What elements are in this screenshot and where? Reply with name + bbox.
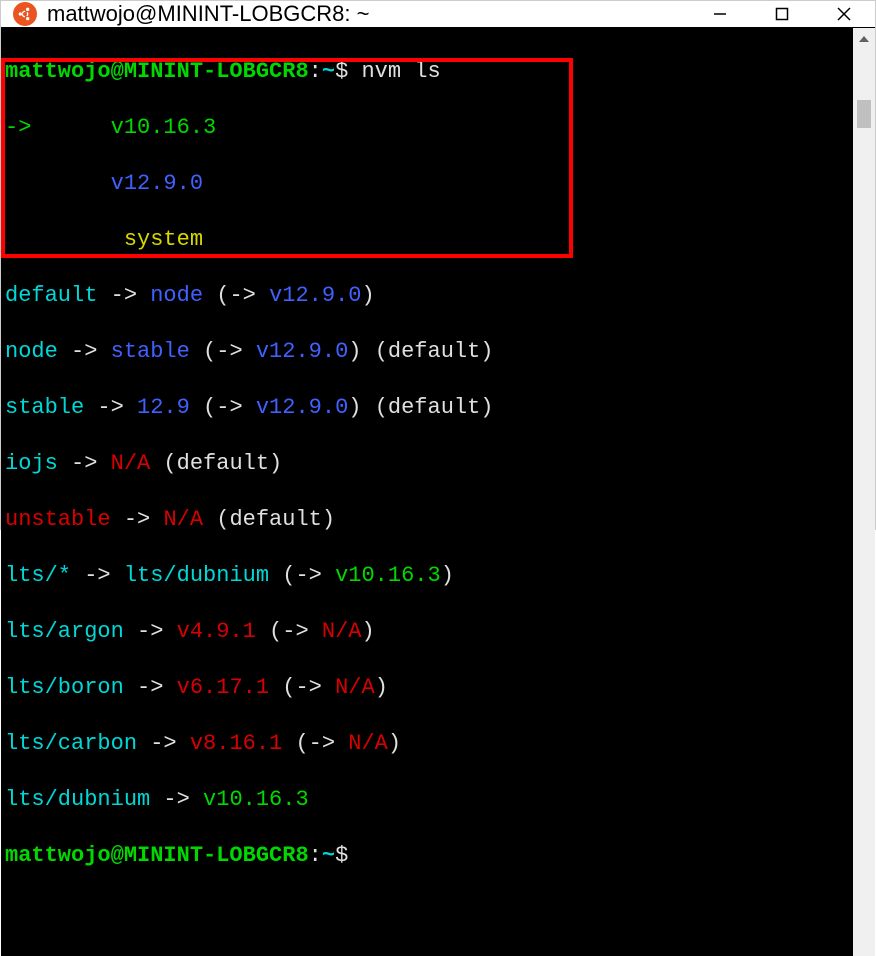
scroll-thumb[interactable] bbox=[857, 100, 871, 128]
default-version: v12.9.0 bbox=[269, 283, 361, 308]
ubuntu-icon bbox=[13, 2, 37, 26]
window-controls bbox=[689, 1, 875, 27]
argon-na: N/A bbox=[322, 619, 362, 644]
current-arrow: -> bbox=[5, 115, 31, 140]
alias-lts-star: lts/* bbox=[5, 563, 71, 588]
prompt-sep: : bbox=[309, 59, 322, 84]
window-title: mattwojo@MININT-LOBGCR8: ~ bbox=[47, 1, 689, 27]
output-line-system: system bbox=[5, 226, 849, 254]
alias-default: default bbox=[5, 283, 97, 308]
minimize-button[interactable] bbox=[689, 1, 751, 27]
stable-num: 12.9 bbox=[137, 395, 190, 420]
terminal-content[interactable]: mattwojo@MININT-LOBGCR8:~$ nvm ls -> v10… bbox=[1, 28, 853, 956]
unstable-na: N/A bbox=[163, 507, 203, 532]
carbon-na: N/A bbox=[348, 731, 388, 756]
output-line-lts-carbon: lts/carbon -> v8.16.1 (-> N/A) bbox=[5, 730, 849, 758]
dubnium-version: v10.16.3 bbox=[203, 787, 309, 812]
output-line-lts-star: lts/* -> lts/dubnium (-> v10.16.3) bbox=[5, 562, 849, 590]
system-label: system bbox=[124, 227, 203, 252]
alias-node: node bbox=[5, 339, 58, 364]
output-line-lts-boron: lts/boron -> v6.17.1 (-> N/A) bbox=[5, 674, 849, 702]
prompt-path: ~ bbox=[322, 59, 335, 84]
command-text: nvm ls bbox=[361, 59, 440, 84]
scroll-up-button[interactable] bbox=[853, 28, 875, 50]
prompt-user-host-2: mattwojo@MININT-LOBGCR8 bbox=[5, 843, 309, 868]
scrollbar[interactable] bbox=[853, 28, 875, 956]
terminal-area: mattwojo@MININT-LOBGCR8:~$ nvm ls -> v10… bbox=[1, 28, 875, 956]
alias-lts-argon: lts/argon bbox=[5, 619, 124, 644]
version-12: v12.9.0 bbox=[111, 171, 203, 196]
stable-version: v12.9.0 bbox=[256, 395, 348, 420]
lts-star-version: v10.16.3 bbox=[335, 563, 441, 588]
boron-version: v6.17.1 bbox=[177, 675, 269, 700]
alias-lts-carbon: lts/carbon bbox=[5, 731, 137, 756]
output-line-stable: stable -> 12.9 (-> v12.9.0) (default) bbox=[5, 394, 849, 422]
output-line-current: -> v10.16.3 bbox=[5, 114, 849, 142]
output-line-node: node -> stable (-> v12.9.0) (default) bbox=[5, 338, 849, 366]
alias-iojs: iojs bbox=[5, 451, 58, 476]
alias-lts-dubnium: lts/dubnium bbox=[5, 787, 150, 812]
maximize-button[interactable] bbox=[751, 1, 813, 27]
boron-na: N/A bbox=[335, 675, 375, 700]
alias-unstable: unstable bbox=[5, 507, 111, 532]
terminal-window: mattwojo@MININT-LOBGCR8: ~ mattwojo@MINI… bbox=[0, 0, 876, 530]
stable-label: stable bbox=[111, 339, 190, 364]
output-line-default: default -> node (-> v12.9.0) bbox=[5, 282, 849, 310]
prompt-dollar: $ bbox=[335, 59, 348, 84]
alias-lts-boron: lts/boron bbox=[5, 675, 124, 700]
argon-version: v4.9.1 bbox=[177, 619, 256, 644]
alias-stable: stable bbox=[5, 395, 84, 420]
output-line-lts-argon: lts/argon -> v4.9.1 (-> N/A) bbox=[5, 618, 849, 646]
node-label: node bbox=[150, 283, 203, 308]
output-line-v12: v12.9.0 bbox=[5, 170, 849, 198]
prompt-line-1: mattwojo@MININT-LOBGCR8:~$ nvm ls bbox=[5, 58, 849, 86]
version-10: v10.16.3 bbox=[111, 115, 217, 140]
iojs-na: N/A bbox=[111, 451, 151, 476]
node-version: v12.9.0 bbox=[256, 339, 348, 364]
lts-dubnium-label: lts/dubnium bbox=[124, 563, 269, 588]
prompt-user-host: mattwojo@MININT-LOBGCR8 bbox=[5, 59, 309, 84]
prompt-line-2: mattwojo@MININT-LOBGCR8:~$ bbox=[5, 842, 849, 870]
carbon-version: v8.16.1 bbox=[190, 731, 282, 756]
output-line-lts-dubnium: lts/dubnium -> v10.16.3 bbox=[5, 786, 849, 814]
titlebar[interactable]: mattwojo@MININT-LOBGCR8: ~ bbox=[1, 1, 875, 28]
output-line-iojs: iojs -> N/A (default) bbox=[5, 450, 849, 478]
close-button[interactable] bbox=[813, 1, 875, 27]
